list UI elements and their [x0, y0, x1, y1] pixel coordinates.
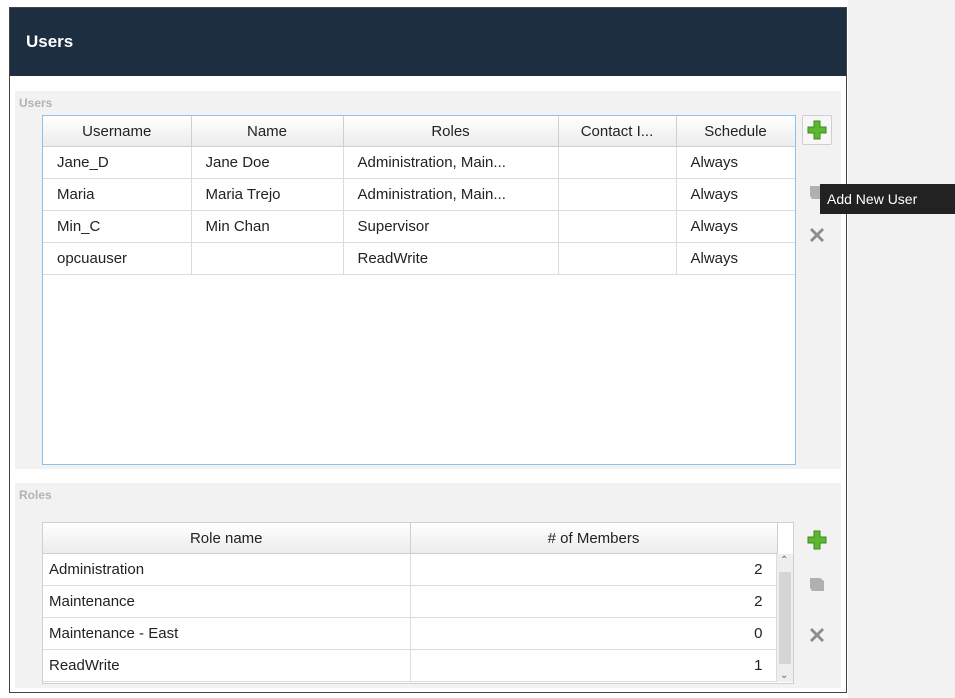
col-header-roles[interactable]: Roles — [343, 116, 559, 147]
cell-role-name: Maintenance — [43, 585, 411, 618]
cell-member-count: 2 — [410, 585, 778, 618]
add-role-button[interactable] — [802, 525, 832, 555]
scroll-up-icon[interactable]: ⌃ — [780, 555, 788, 566]
add-user-button[interactable] — [802, 115, 832, 145]
cell-roles: Administration, Main... — [343, 146, 559, 179]
col-header-role-name[interactable]: Role name — [43, 523, 411, 554]
col-header-schedule[interactable]: Schedule — [676, 116, 795, 147]
cell-schedule: Always — [676, 242, 795, 275]
cell-role-name: Administration — [43, 553, 411, 586]
cell-name: Jane Doe — [191, 146, 344, 179]
plus-icon — [807, 120, 827, 140]
cell-contact-info — [558, 242, 677, 275]
scroll-thumb[interactable] — [779, 572, 791, 664]
cell-username: opcuauser — [43, 242, 192, 275]
cell-name: Min Chan — [191, 210, 344, 243]
add-user-tooltip: Add New User — [820, 184, 955, 214]
scroll-down-icon[interactable]: ⌄ — [780, 670, 788, 681]
roles-scrollbar[interactable]: ⌃ ⌄ — [776, 554, 793, 682]
table-row[interactable]: opcuauser ReadWrite Always — [43, 242, 795, 275]
panel-title: Users — [26, 32, 74, 51]
cell-role-name: Maintenance - East — [43, 617, 411, 650]
cell-schedule: Always — [676, 146, 795, 179]
table-row[interactable]: Min_C Min Chan Supervisor Always — [43, 210, 795, 243]
table-row[interactable]: Maintenance - East 0 — [43, 617, 778, 650]
cell-name — [191, 242, 344, 275]
edit-role-button[interactable] — [802, 569, 832, 599]
edit-icon — [810, 578, 824, 591]
table-row[interactable]: Maintenance 2 — [43, 585, 778, 618]
roles-section: Roles Role name # of Members Administrat… — [15, 483, 841, 688]
col-header-members[interactable]: # of Members — [410, 523, 778, 554]
delete-user-button[interactable] — [802, 220, 832, 250]
cell-contact-info — [558, 178, 677, 211]
users-header-row: Username Name Roles Contact I... Schedul… — [43, 116, 795, 147]
panel-header: Users — [10, 8, 846, 76]
cell-member-count: 2 — [410, 553, 778, 586]
cell-contact-info — [558, 146, 677, 179]
cell-username: Jane_D — [43, 146, 192, 179]
users-table[interactable]: Username Name Roles Contact I... Schedul… — [42, 115, 796, 465]
col-header-name[interactable]: Name — [191, 116, 344, 147]
roles-section-label: Roles — [19, 488, 52, 502]
cell-role-name: ReadWrite — [43, 649, 411, 682]
col-header-username[interactable]: Username — [43, 116, 192, 147]
users-section-label: Users — [19, 96, 53, 110]
users-section: Users Username Name Roles Contact I... S… — [15, 91, 841, 469]
cell-contact-info — [558, 210, 677, 243]
plus-icon — [807, 530, 827, 550]
cell-name: Maria Trejo — [191, 178, 344, 211]
delete-x-icon — [810, 628, 824, 642]
users-panel: Users Users Username Name Roles Contact … — [9, 7, 847, 693]
col-header-contact-info[interactable]: Contact I... — [558, 116, 677, 147]
cell-schedule: Always — [676, 178, 795, 211]
roles-table[interactable]: Role name # of Members Administration 2 … — [42, 522, 794, 684]
cell-member-count: 0 — [410, 617, 778, 650]
table-row[interactable]: Administration 2 — [43, 553, 778, 586]
table-row[interactable]: Jane_D Jane Doe Administration, Main... … — [43, 146, 795, 179]
background-pane — [848, 0, 955, 698]
cell-username: Min_C — [43, 210, 192, 243]
table-row[interactable]: Maria Maria Trejo Administration, Main..… — [43, 178, 795, 211]
cell-username: Maria — [43, 178, 192, 211]
delete-role-button[interactable] — [802, 620, 832, 650]
cell-member-count: 1 — [410, 649, 778, 682]
cell-schedule: Always — [676, 210, 795, 243]
cell-roles: Administration, Main... — [343, 178, 559, 211]
table-row[interactable]: ReadWrite 1 — [43, 649, 778, 682]
delete-x-icon — [810, 228, 824, 242]
cell-roles: ReadWrite — [343, 242, 559, 275]
roles-header-row: Role name # of Members — [43, 523, 778, 554]
cell-roles: Supervisor — [343, 210, 559, 243]
